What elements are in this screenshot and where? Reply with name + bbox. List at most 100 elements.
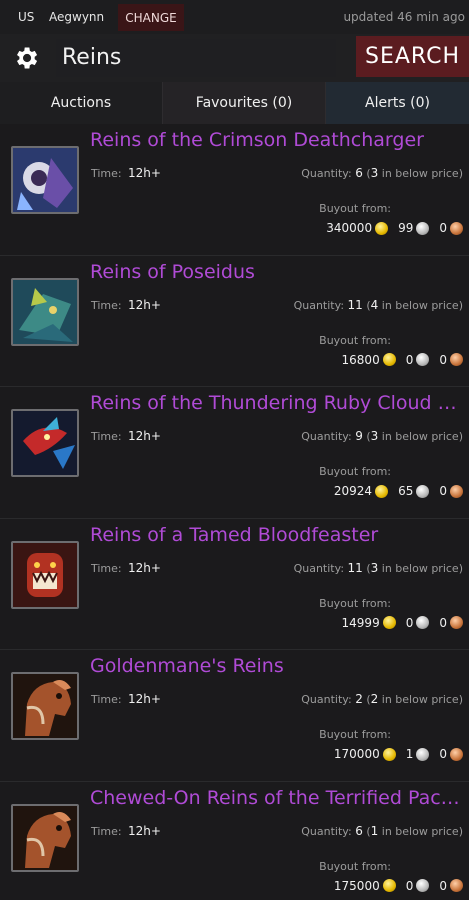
gold-amount: 20924 xyxy=(333,484,373,498)
crimson-deathcharger-icon xyxy=(11,146,79,214)
buyout-price: 16800 0 0 xyxy=(342,352,463,368)
below-price-count: 4 xyxy=(370,297,379,312)
quantity-value: 9 xyxy=(355,429,363,443)
quantity-label: Quantity: xyxy=(301,430,352,443)
gear-icon[interactable] xyxy=(12,44,40,72)
copper-coin-icon xyxy=(450,353,463,366)
copper-amount: 0 xyxy=(439,615,447,630)
copper-amount: 0 xyxy=(439,484,447,498)
silver-amount: 99 xyxy=(398,221,414,235)
below-price-count: 2 xyxy=(370,692,379,706)
buyout-price: 170000 1 0 xyxy=(334,746,463,762)
silver-amount: 0 xyxy=(405,878,414,893)
quantity-label: Quantity: xyxy=(293,561,345,575)
updated-status: updated 46 min ago xyxy=(343,10,465,24)
ruby-cloud-serpent-icon xyxy=(11,409,79,477)
buyout-label: Buyout from: xyxy=(319,859,391,873)
quantity-info: Quantity: 2 (2 in below price) xyxy=(301,692,463,706)
quantity-label: Quantity: xyxy=(293,298,345,312)
below-price-count: 3 xyxy=(370,429,379,443)
bloodfeaster-icon xyxy=(11,540,79,609)
quantity-info: Quantity: 6 (1 in below price) xyxy=(301,823,463,838)
below-price-count: 3 xyxy=(370,166,379,180)
tab-bar: Auctions Favourites (0) Alerts (0) xyxy=(0,82,469,124)
top-bar: US Aegwynn CHANGE updated 46 min ago xyxy=(0,0,469,34)
item-name[interactable]: Reins of Poseidus xyxy=(90,261,466,283)
copper-coin-icon xyxy=(450,879,463,892)
tab-alerts[interactable]: Alerts (0) xyxy=(325,82,469,124)
silver-coin-icon xyxy=(416,484,430,498)
copper-amount: 0 xyxy=(439,221,447,235)
search-button[interactable]: SEARCH xyxy=(356,36,469,77)
item-name[interactable]: Reins of the Thundering Ruby Cloud Ser..… xyxy=(90,392,466,414)
quantity-value: 11 xyxy=(347,297,363,312)
time-label: Time: xyxy=(91,298,122,312)
quantity-value: 6 xyxy=(355,166,363,180)
buyout-price: 14999 0 0 xyxy=(342,615,463,631)
poseidus-icon xyxy=(11,277,79,346)
below-price-count: 3 xyxy=(370,560,379,575)
auction-item[interactable]: Chewed-On Reins of the Terrified Pack...… xyxy=(0,781,469,900)
gold-amount: 16800 xyxy=(341,352,380,367)
time-label: Time: xyxy=(91,430,122,443)
gold-coin-icon xyxy=(382,353,396,366)
auction-item[interactable]: Goldenmane's Reins Time: 12h+ Quantity: … xyxy=(0,650,469,782)
gold-coin-icon xyxy=(375,221,389,235)
copper-amount: 0 xyxy=(439,747,447,761)
horse-icon xyxy=(11,672,79,740)
gold-coin-icon xyxy=(382,747,396,761)
region-label: US xyxy=(18,10,35,24)
buyout-label: Buyout from: xyxy=(319,202,391,215)
silver-coin-icon xyxy=(416,747,430,761)
quantity-info: Quantity: 6 (3 in below price) xyxy=(301,166,463,180)
quantity-value: 2 xyxy=(355,692,363,706)
time-value: 12h+ xyxy=(128,692,161,706)
quantity-value: 6 xyxy=(355,823,363,838)
auction-item[interactable]: Reins of a Tamed Bloodfeaster Time: 12h+… xyxy=(0,518,469,650)
item-name[interactable]: Goldenmane's Reins xyxy=(90,655,466,677)
change-realm-button[interactable]: CHANGE xyxy=(118,4,184,31)
search-input[interactable]: Reins xyxy=(56,39,336,77)
time-value: 12h+ xyxy=(128,297,161,312)
silver-coin-icon xyxy=(416,221,430,235)
below-price-label: in below price xyxy=(381,298,459,312)
quantity-info: Quantity: 9 (3 in below price) xyxy=(301,429,463,443)
gold-coin-icon xyxy=(382,879,396,892)
auction-item[interactable]: Reins of the Crimson Deathcharger Time: … xyxy=(0,124,469,256)
gold-amount: 170000 xyxy=(333,747,380,761)
horse-icon xyxy=(11,803,79,872)
time-value: 12h+ xyxy=(128,560,161,575)
gold-coin-icon xyxy=(375,484,389,498)
buyout-label: Buyout from: xyxy=(319,333,391,347)
silver-amount: 65 xyxy=(398,484,414,498)
tab-favourites[interactable]: Favourites (0) xyxy=(162,82,325,124)
copper-coin-icon xyxy=(450,616,463,629)
quantity-label: Quantity: xyxy=(301,167,352,180)
realm-label: Aegwynn xyxy=(49,10,105,24)
item-name[interactable]: Reins of the Crimson Deathcharger xyxy=(90,129,466,151)
below-price-label: in below price xyxy=(381,693,459,706)
buyout-price: 20924 65 0 xyxy=(334,483,463,499)
buyout-label: Buyout from: xyxy=(319,596,391,610)
quantity-info: Quantity: 11 (4 in below price) xyxy=(293,297,463,312)
below-price-label: in below price xyxy=(381,824,459,838)
silver-coin-icon xyxy=(416,879,430,892)
copper-coin-icon xyxy=(450,484,463,498)
buyout-label: Buyout from: xyxy=(319,465,391,478)
gold-amount: 14999 xyxy=(341,615,380,630)
buyout-price: 175000 0 0 xyxy=(334,878,463,894)
quantity-label: Quantity: xyxy=(301,824,352,838)
auction-item[interactable]: Reins of the Thundering Ruby Cloud Ser..… xyxy=(0,387,469,519)
below-price-label: in below price xyxy=(381,430,459,443)
silver-amount: 0 xyxy=(405,615,414,630)
buyout-label: Buyout from: xyxy=(319,728,391,741)
below-price-label: in below price xyxy=(381,167,459,180)
copper-amount: 0 xyxy=(439,352,447,367)
item-name[interactable]: Chewed-On Reins of the Terrified Pack... xyxy=(90,787,466,809)
auction-item[interactable]: Reins of Poseidus Time: 12h+ Quantity: 1… xyxy=(0,255,469,387)
item-name[interactable]: Reins of a Tamed Bloodfeaster xyxy=(90,524,466,546)
copper-amount: 0 xyxy=(439,878,447,893)
below-price-count: 1 xyxy=(370,823,379,838)
tab-auctions[interactable]: Auctions xyxy=(0,82,162,124)
buyout-price: 340000 99 0 xyxy=(326,220,463,236)
